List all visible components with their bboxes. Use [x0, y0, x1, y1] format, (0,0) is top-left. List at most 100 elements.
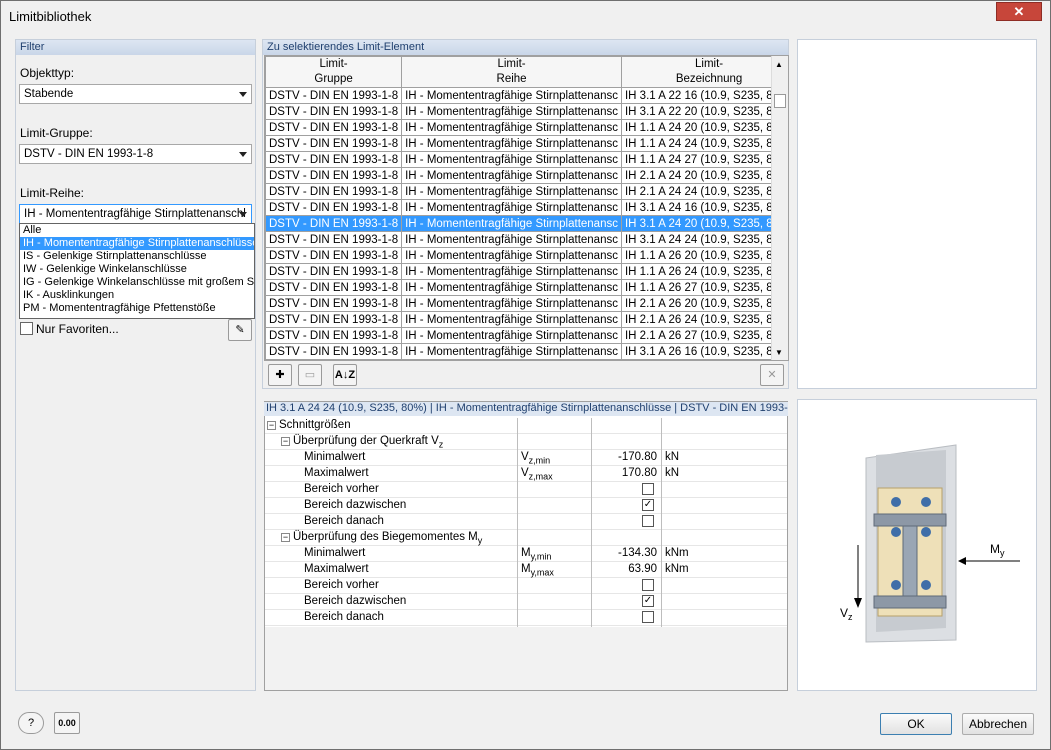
- units-icon[interactable]: 0.00: [54, 712, 80, 734]
- tree-root[interactable]: − Schnittgrößen: [265, 418, 787, 434]
- table-cell: DSTV - DIN EN 1993-1-8: [265, 231, 403, 248]
- table-cell: IH 2.1 A 24 24 (10.9, S235, 80%): [620, 183, 788, 200]
- collapse-icon[interactable]: −: [267, 421, 276, 430]
- table-row[interactable]: DSTV - DIN EN 1993-1-8 IH - Momententragf…: [265, 311, 788, 328]
- table-cell: IH 3.1 A 22 20 (10.9, S235, 80%): [620, 103, 788, 120]
- edit-element-icon[interactable]: ▭: [298, 364, 322, 386]
- table-row[interactable]: DSTV - DIN EN 1993-1-8 IH - Momententragf…: [265, 231, 788, 248]
- property-label: Bereich dazwischen: [304, 499, 407, 511]
- table-row[interactable]: DSTV - DIN EN 1993-1-8 IH - Momententragf…: [265, 279, 788, 296]
- property-value[interactable]: 170.80: [595, 466, 657, 481]
- table-row[interactable]: DSTV - DIN EN 1993-1-8 IH - Momententragf…: [265, 215, 788, 232]
- table-cell: IH - Momententragfähige Stirnplattenansc: [401, 87, 622, 104]
- property-label: Bereich vorher: [304, 483, 379, 495]
- property-row[interactable]: Minimalwert My,min -134.30 kNm: [265, 546, 787, 562]
- objekttyp-select[interactable]: Stabende: [19, 84, 252, 104]
- table-cell: DSTV - DIN EN 1993-1-8: [265, 167, 403, 184]
- table-row[interactable]: DSTV - DIN EN 1993-1-8 IH - Momententragf…: [265, 295, 788, 312]
- property-row[interactable]: Bereich danach: [265, 610, 787, 626]
- scroll-thumb[interactable]: [774, 94, 786, 108]
- column-header[interactable]: Limit- Bezeichnung: [620, 56, 788, 88]
- table-row[interactable]: DSTV - DIN EN 1993-1-8 IH - Momententragf…: [265, 183, 788, 200]
- collapse-icon[interactable]: −: [281, 437, 290, 446]
- tree-node: − Schnittgrößen: [267, 419, 351, 431]
- cancel-button[interactable]: Abbrechen: [962, 713, 1034, 735]
- table-cell: DSTV - DIN EN 1993-1-8: [265, 199, 403, 216]
- property-checkbox[interactable]: ✓: [642, 595, 654, 607]
- details-header: IH 3.1 A 24 24 (10.9, S235, 80%) | IH - …: [264, 402, 788, 416]
- favoriten-edit-button[interactable]: ✎: [228, 319, 252, 341]
- dropdown-option[interactable]: Alle: [20, 224, 254, 237]
- table-row[interactable]: DSTV - DIN EN 1993-1-8 IH - Momententragf…: [265, 263, 788, 280]
- table-row[interactable]: DSTV - DIN EN 1993-1-8 IH - Momententragf…: [265, 199, 788, 216]
- column-header-line: Bezeichnung: [675, 73, 743, 85]
- title-bar: Limitbibliothek ✕: [1, 1, 1050, 31]
- gruppe-label: Limit-Gruppe:: [20, 126, 93, 140]
- property-row[interactable]: Bereich danach: [265, 514, 787, 530]
- property-row[interactable]: Bereich vorher: [265, 578, 787, 594]
- reihe-dropdown-list: Alle IH - Momententragfähige Stirnplatten…: [19, 223, 255, 319]
- table-row[interactable]: DSTV - DIN EN 1993-1-8 IH - Momententragf…: [265, 151, 788, 168]
- help-icon[interactable]: ?: [18, 712, 44, 734]
- scroll-down-icon[interactable]: ▼: [775, 348, 783, 357]
- table-cell: IH - Momententragfähige Stirnplattenansc: [401, 215, 622, 232]
- table-cell: IH - Momententragfähige Stirnplattenansc: [401, 263, 622, 280]
- preview-panel: [797, 39, 1037, 389]
- property-checkbox[interactable]: [642, 579, 654, 591]
- table-row[interactable]: DSTV - DIN EN 1993-1-8 IH - Momententragf…: [265, 167, 788, 184]
- property-label: Minimalwert: [304, 547, 366, 559]
- table-cell: IH 2.1 A 26 24 (10.9, S235, 80%): [620, 311, 788, 328]
- table-cell: DSTV - DIN EN 1993-1-8: [265, 263, 403, 280]
- table-cell: DSTV - DIN EN 1993-1-8: [265, 295, 403, 312]
- column-header[interactable]: Limit- Reihe: [401, 56, 622, 88]
- sort-icon[interactable]: A↓Z: [333, 364, 357, 386]
- dropdown-option[interactable]: IS - Gelenkige Stirnplattenanschlüsse: [20, 250, 254, 263]
- property-label: Bereich dazwischen: [304, 595, 407, 607]
- table-row[interactable]: DSTV - DIN EN 1993-1-8 IH - Momententragf…: [265, 119, 788, 136]
- property-value[interactable]: -170.80: [595, 450, 657, 465]
- table-row[interactable]: DSTV - DIN EN 1993-1-8 IH - Momententragf…: [265, 327, 788, 344]
- scroll-up-icon[interactable]: ▲: [775, 60, 783, 69]
- tree-group-biegemoment[interactable]: − Überprüfung des Biegemomentes My: [265, 530, 787, 546]
- close-button[interactable]: ✕: [996, 2, 1042, 21]
- collapse-icon[interactable]: −: [281, 533, 290, 542]
- property-checkbox[interactable]: [642, 515, 654, 527]
- new-element-icon[interactable]: ✚: [268, 364, 292, 386]
- table-row[interactable]: DSTV - DIN EN 1993-1-8 IH - Momententragf…: [265, 87, 788, 104]
- dropdown-option[interactable]: IK - Ausklinkungen: [20, 289, 254, 302]
- property-row[interactable]: Maximalwert My,max 63.90 kNm: [265, 562, 787, 578]
- favoriten-checkbox[interactable]: [20, 322, 33, 335]
- property-row[interactable]: Maximalwert Vz,max 170.80 kN: [265, 466, 787, 482]
- ok-button[interactable]: OK: [880, 713, 952, 735]
- reihe-select[interactable]: IH - Momententragfähige Stirnplattenansc…: [19, 204, 252, 224]
- table-cell: DSTV - DIN EN 1993-1-8: [265, 151, 403, 168]
- property-value[interactable]: -134.30: [595, 546, 657, 561]
- property-row[interactable]: Bereich dazwischen ✓: [265, 594, 787, 610]
- property-row[interactable]: Bereich vorher: [265, 482, 787, 498]
- property-checkbox[interactable]: [642, 611, 654, 623]
- table-row[interactable]: DSTV - DIN EN 1993-1-8 IH - Momententragf…: [265, 103, 788, 120]
- property-row[interactable]: Minimalwert Vz,min -170.80 kN: [265, 450, 787, 466]
- table-cell: IH - Momententragfähige Stirnplattenansc: [401, 167, 622, 184]
- property-label: Bereich vorher: [304, 579, 379, 591]
- dropdown-option[interactable]: IG - Gelenkige Winkelanschlüsse mit groß…: [20, 276, 254, 289]
- empty-area: [265, 627, 787, 690]
- dropdown-option[interactable]: PM - Momententragfähige Pfettenstöße: [20, 302, 254, 315]
- column-header[interactable]: Limit- Gruppe: [265, 56, 403, 88]
- table-cell: DSTV - DIN EN 1993-1-8: [265, 103, 403, 120]
- tree-group-querkraft[interactable]: − Überprüfung der Querkraft Vz: [265, 434, 787, 450]
- dropdown-option[interactable]: IH - Momententragfähige Stirnplattenansc…: [20, 237, 254, 250]
- table-scrollbar[interactable]: ▲ ▼: [771, 56, 788, 360]
- property-checkbox[interactable]: [642, 483, 654, 495]
- table-row[interactable]: DSTV - DIN EN 1993-1-8 IH - Momententragf…: [265, 343, 788, 360]
- property-value[interactable]: 63.90: [595, 562, 657, 577]
- group-label: Überprüfung des Biegemomentes M: [293, 531, 478, 543]
- gruppe-select[interactable]: DSTV - DIN EN 1993-1-8: [19, 144, 252, 164]
- delete-icon[interactable]: ✕: [760, 364, 784, 386]
- property-row[interactable]: Bereich dazwischen ✓: [265, 498, 787, 514]
- table-cell: IH - Momententragfähige Stirnplattenansc: [401, 151, 622, 168]
- property-checkbox[interactable]: ✓: [642, 499, 654, 511]
- table-row[interactable]: DSTV - DIN EN 1993-1-8 IH - Momententragf…: [265, 135, 788, 152]
- table-row[interactable]: DSTV - DIN EN 1993-1-8 IH - Momententragf…: [265, 247, 788, 264]
- dropdown-option[interactable]: IW - Gelenkige Winkelanschlüsse: [20, 263, 254, 276]
